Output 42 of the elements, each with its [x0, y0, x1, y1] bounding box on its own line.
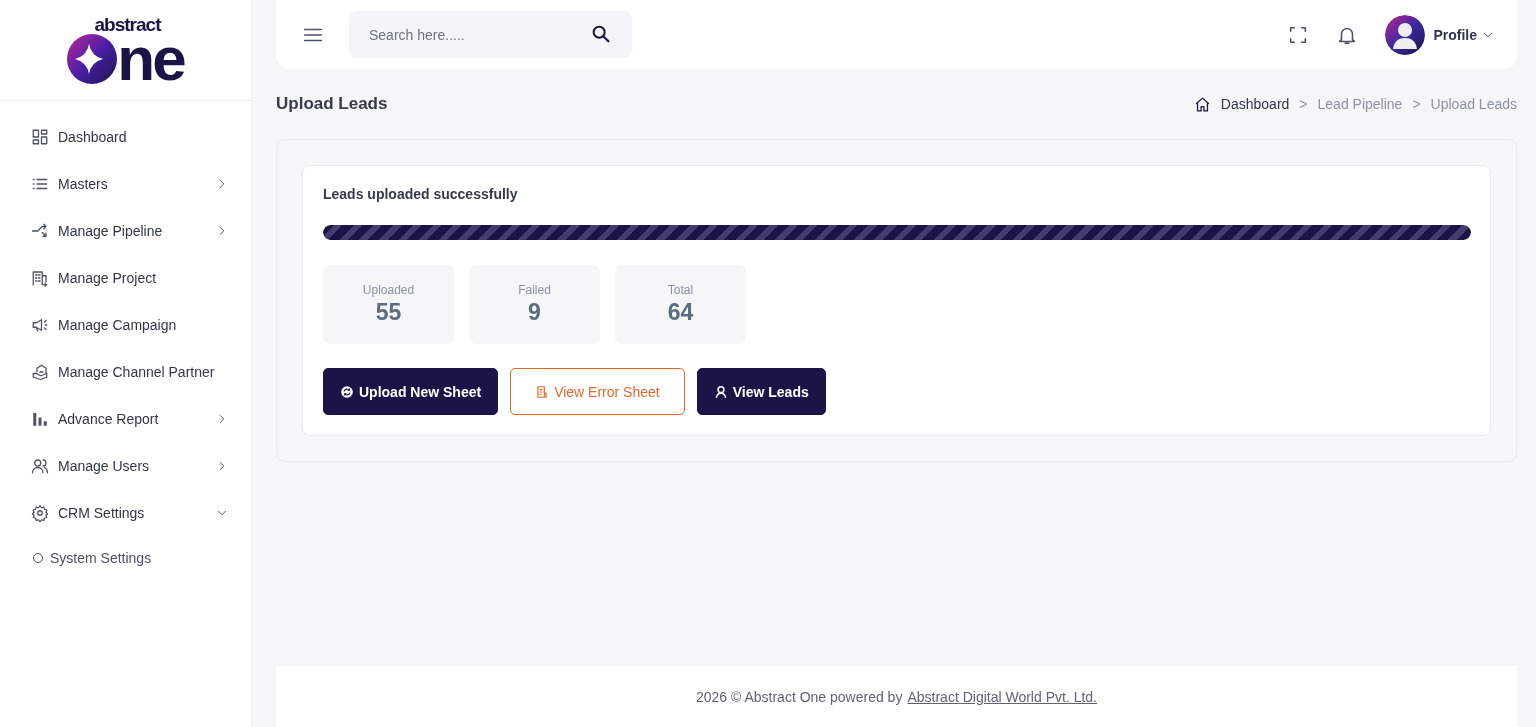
stat-value: 64	[667, 299, 694, 326]
breadcrumb-link[interactable]: Dashboard	[1220, 96, 1290, 112]
status-message: Leads uploaded successfully	[323, 186, 519, 202]
footer-link[interactable]: Abstract Digital World Pvt. Ltd.	[907, 688, 1097, 705]
split-arrow-icon	[31, 221, 49, 240]
logo-text: ne	[117, 32, 184, 85]
stat-label: Total	[667, 283, 694, 297]
breadcrumb-separator: >	[1412, 96, 1421, 112]
sidebar-item[interactable]: Manage Project	[0, 254, 251, 301]
logo-icon	[67, 33, 118, 84]
person-icon	[713, 384, 728, 399]
sidebar-item[interactable]: Masters	[0, 160, 251, 207]
sidebar-item[interactable]: Dashboard	[0, 113, 251, 160]
search-icon	[590, 23, 612, 45]
search-field[interactable]: Search here.....	[349, 11, 632, 58]
refresh-icon	[340, 384, 354, 399]
primary-button[interactable]: View Leads	[696, 368, 826, 415]
grid-icon	[31, 127, 49, 146]
users-icon	[31, 456, 49, 475]
hand-house-icon	[31, 362, 49, 381]
profile-menu[interactable]: Profile	[1433, 26, 1495, 43]
stat-label: Failed	[518, 283, 551, 297]
sidebar-item[interactable]: Advance Report	[0, 395, 251, 442]
sidebar-item[interactable]: Manage Users	[0, 442, 251, 489]
stat-value: 9	[528, 299, 541, 326]
primary-button[interactable]: Upload New Sheet	[323, 368, 499, 415]
stat-label: Uploaded	[362, 283, 415, 297]
building-icon	[31, 268, 49, 287]
home-icon	[1193, 95, 1211, 113]
breadcrumb-separator: >	[1299, 96, 1308, 112]
document-icon	[535, 384, 550, 399]
footer-text: 2026 © Abstract One powered by	[695, 688, 903, 705]
stat-value: 55	[375, 299, 402, 326]
sidebar-item[interactable]: Manage Channel Partner	[0, 348, 251, 395]
sidebar-item[interactable]: Manage Pipeline	[0, 207, 251, 254]
logo-text: abstract	[94, 15, 161, 33]
sidebar-item[interactable]: CRM Settings	[0, 489, 251, 536]
sidebar-subitem[interactable]: System Settings	[0, 536, 251, 580]
gear-icon	[31, 503, 49, 522]
sidebar-item[interactable]: Manage Campaign	[0, 301, 251, 348]
avatar[interactable]	[1385, 14, 1426, 55]
page-title: Upload Leads	[276, 94, 388, 114]
